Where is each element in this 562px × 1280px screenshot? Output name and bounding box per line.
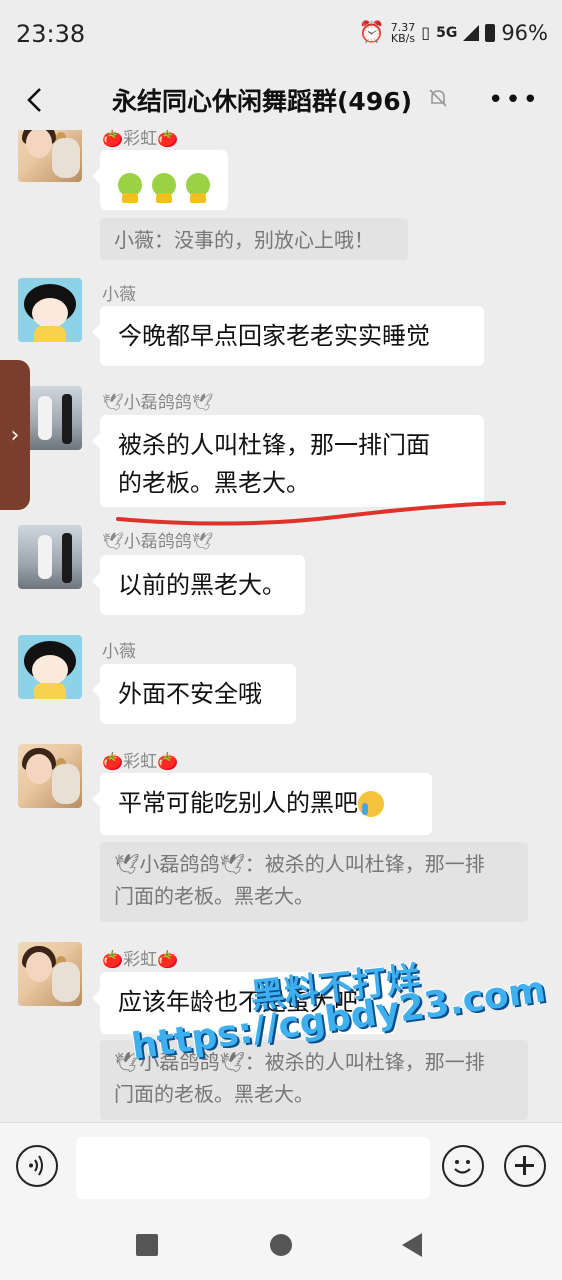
message-bubble[interactable]: 今晚都早点回家老老实实睡觉 (92, 306, 484, 366)
message-bubble[interactable]: 平常可能吃别人的黑吧 (92, 773, 432, 835)
bell-off-icon (429, 89, 447, 107)
quote-line: 门面的老板。黑老大。 (114, 884, 314, 908)
plus-icon[interactable] (504, 1145, 546, 1187)
avatar[interactable] (18, 525, 82, 589)
signal-icon (463, 24, 480, 41)
input-bar (0, 1122, 562, 1213)
recent-apps-icon[interactable] (136, 1234, 158, 1256)
status-icons: ⏰ 7.37 KB/s ▯ 5G 96% (359, 20, 548, 45)
quote-line: 🕊小磊鸽鸽🕊：被杀的人叫杜锋，那一排 (114, 852, 485, 876)
quote-line: 门面的老板。黑老大。 (114, 1082, 314, 1106)
message-line: 被杀的人叫杜锋，那一排门面 (118, 431, 430, 459)
message-list[interactable]: 🍅彩虹🍅 小薇：没事的，别放心上哦！ 小薇 今晚都早点回家老老实实睡觉 🕊小磊鸽… (0, 130, 562, 1120)
message-bubble[interactable]: 应该年龄也不是蛮大吧 (92, 972, 396, 1034)
side-drawer-handle[interactable]: › (0, 360, 30, 510)
net-speed: 7.37 KB/s (391, 22, 416, 44)
avatar[interactable] (18, 942, 82, 1006)
sender-name: 🍅彩虹🍅 (102, 130, 179, 149)
network-type: 5G (436, 24, 458, 41)
sender-name: 🍅彩虹🍅 (102, 950, 179, 970)
voice-icon[interactable] (16, 1145, 58, 1187)
system-navigation (0, 1212, 562, 1280)
battery-level: 96% (501, 20, 548, 45)
smile-icon[interactable] (442, 1145, 484, 1187)
message-text: 平常可能吃别人的黑吧 (118, 789, 358, 817)
emoji-icon (152, 173, 176, 203)
avatar[interactable] (18, 635, 82, 699)
more-horizontal-icon[interactable]: ••• (488, 86, 540, 114)
avatar[interactable] (18, 130, 82, 182)
net-speed-unit: KB/s (390, 31, 416, 45)
message-bubble[interactable]: 外面不安全哦 (92, 664, 296, 724)
crying-emoji-icon (358, 791, 384, 817)
sender-name: 🕊小磊鸽鸽🕊 (102, 393, 214, 413)
quoted-message[interactable]: 🕊小磊鸽鸽🕊：被杀的人叫杜锋，那一排 门面的老板。黑老大。 (100, 1040, 528, 1120)
quote-line: 🕊小磊鸽鸽🕊：被杀的人叫杜锋，那一排 (114, 1050, 485, 1074)
message-input[interactable] (76, 1137, 430, 1199)
message-bubble[interactable] (92, 150, 228, 210)
emoji-icon (118, 173, 142, 203)
sim-icon: ▯ (421, 23, 431, 42)
back-triangle-icon[interactable] (402, 1233, 422, 1257)
chat-title: 永结同心休闲舞蹈群(496) (112, 87, 413, 116)
chevron-right-icon: › (10, 422, 20, 448)
status-time: 23:38 (16, 20, 86, 48)
status-bar: 23:38 ⏰ 7.37 KB/s ▯ 5G 96% (0, 0, 562, 70)
avatar[interactable] (18, 278, 82, 342)
sender-name: 🍅彩虹🍅 (102, 752, 179, 772)
message-bubble[interactable]: 被杀的人叫杜锋，那一排门面 的老板。黑老大。 (92, 415, 484, 507)
sender-name: 小薇 (102, 642, 136, 662)
chat-header: 永结同心休闲舞蹈群(496) ••• (0, 70, 562, 130)
battery-icon (485, 23, 496, 42)
quoted-message[interactable]: 🕊小磊鸽鸽🕊：被杀的人叫杜锋，那一排 门面的老板。黑老大。 (100, 842, 528, 922)
avatar[interactable] (18, 744, 82, 808)
quoted-message[interactable]: 小薇：没事的，别放心上哦！ (100, 218, 408, 260)
chevron-left-icon[interactable] (22, 86, 50, 114)
home-icon[interactable] (270, 1234, 292, 1256)
red-underline-annotation (116, 501, 506, 526)
emoji-icon (186, 173, 210, 203)
alarm-icon: ⏰ (358, 20, 385, 44)
message-bubble[interactable]: 以前的黑老大。 (92, 555, 305, 615)
sender-name: 小薇 (102, 285, 136, 305)
